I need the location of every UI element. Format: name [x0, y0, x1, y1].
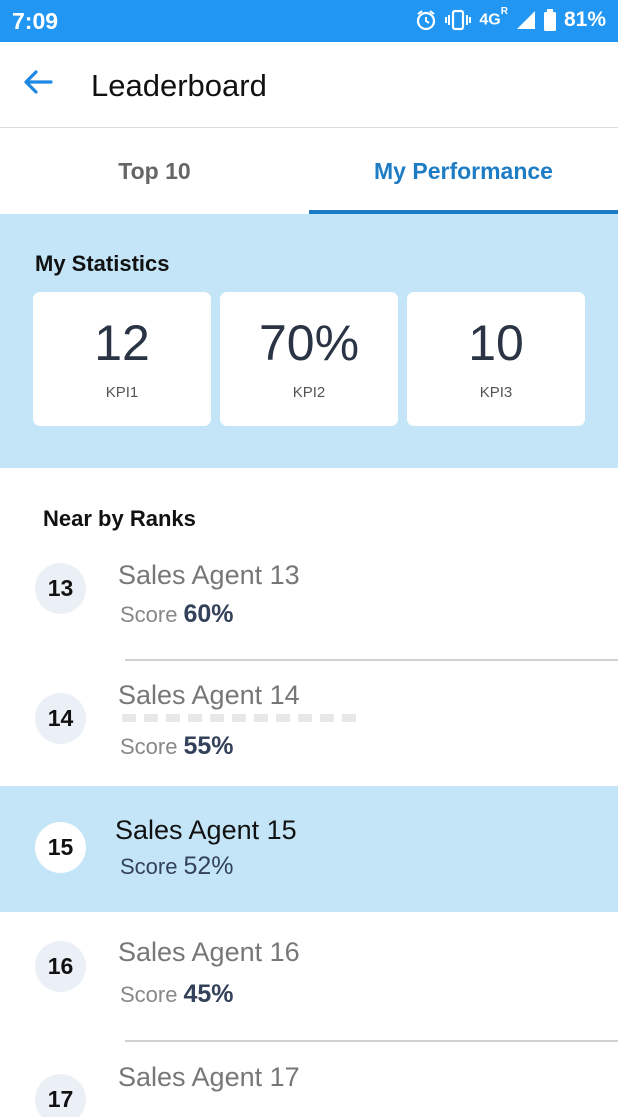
battery-level: 81% — [563, 8, 606, 31]
agent-name: Sales Agent 17 — [118, 1062, 300, 1092]
score-line: Score 60% — [120, 600, 234, 629]
signal-icon — [516, 10, 536, 30]
score-value: 60% — [183, 600, 234, 628]
score-value: 55% — [183, 732, 234, 760]
battery-icon — [543, 9, 556, 31]
score-label: Score — [120, 734, 178, 759]
kpi-label: KPI1 — [105, 384, 139, 401]
rank-badge: 16 — [35, 941, 86, 992]
score-line: Score 45% — [120, 980, 234, 1009]
tab-my-performance[interactable]: My Performance — [309, 128, 618, 214]
rank-badge: 14 — [35, 693, 86, 744]
statistics-title: My Statistics — [35, 251, 170, 276]
network-type: 4G — [479, 11, 501, 29]
rank-list-item[interactable]: 16 Sales Agent 16 Score 45% — [0, 912, 618, 1038]
status-bar: 7:09 4GR 81% — [0, 0, 618, 42]
score-value: 45% — [183, 980, 234, 1008]
faint-text-artifact — [122, 714, 362, 722]
kpi-card-2: 70% KPI2 — [220, 292, 398, 426]
rank-badge: 15 — [35, 822, 86, 873]
alarm-icon — [415, 9, 437, 31]
rank-list-item[interactable]: 17 Sales Agent 17 — [0, 1042, 618, 1117]
score-label: Score — [120, 854, 178, 879]
back-button[interactable] — [18, 64, 58, 104]
agent-name: Sales Agent 13 — [118, 560, 300, 590]
roaming-indicator: R — [500, 6, 508, 18]
rank-list-item[interactable]: 14 Sales Agent 14 Score 55% — [0, 661, 618, 787]
kpi-label: KPI3 — [479, 384, 513, 401]
score-line: Score 52% — [120, 852, 234, 881]
my-statistics-panel: My Statistics 12 KPI1 70% KPI2 10 KPI3 — [0, 214, 618, 468]
agent-name: Sales Agent 16 — [118, 937, 300, 967]
kpi-card-1: 12 KPI1 — [33, 292, 211, 426]
status-time: 7:09 — [12, 8, 59, 34]
arrow-left-icon — [23, 69, 53, 100]
vibrate-icon — [445, 9, 472, 31]
score-value: 52% — [183, 852, 234, 880]
kpi-value: 10 — [468, 315, 524, 371]
rank-badge: 17 — [35, 1074, 86, 1117]
tab-top-10[interactable]: Top 10 — [0, 128, 309, 214]
agent-name: Sales Agent 15 — [115, 815, 297, 845]
agent-name: Sales Agent 14 — [118, 680, 300, 710]
network-indicator: 4GR — [479, 6, 508, 29]
status-icons: 4GR 81% — [415, 6, 606, 32]
kpi-label: KPI2 — [292, 384, 326, 401]
rank-badge: 13 — [35, 563, 86, 614]
tab-bar: Top 10 My Performance — [0, 128, 618, 214]
kpi-value: 70% — [258, 315, 360, 371]
rank-list-item[interactable]: 13 Sales Agent 13 Score 60% — [0, 533, 618, 659]
page-title: Leaderboard — [91, 68, 267, 103]
kpi-value: 12 — [94, 315, 150, 371]
app-bar: Leaderboard — [0, 42, 618, 128]
kpi-card-3: 10 KPI3 — [407, 292, 585, 426]
score-line: Score 55% — [120, 732, 234, 761]
rank-list-item-current-user[interactable]: 15 Sales Agent 15 Score 52% — [0, 786, 618, 912]
score-label: Score — [120, 602, 178, 627]
score-label: Score — [120, 982, 178, 1007]
near-by-ranks-title: Near by Ranks — [43, 506, 196, 531]
